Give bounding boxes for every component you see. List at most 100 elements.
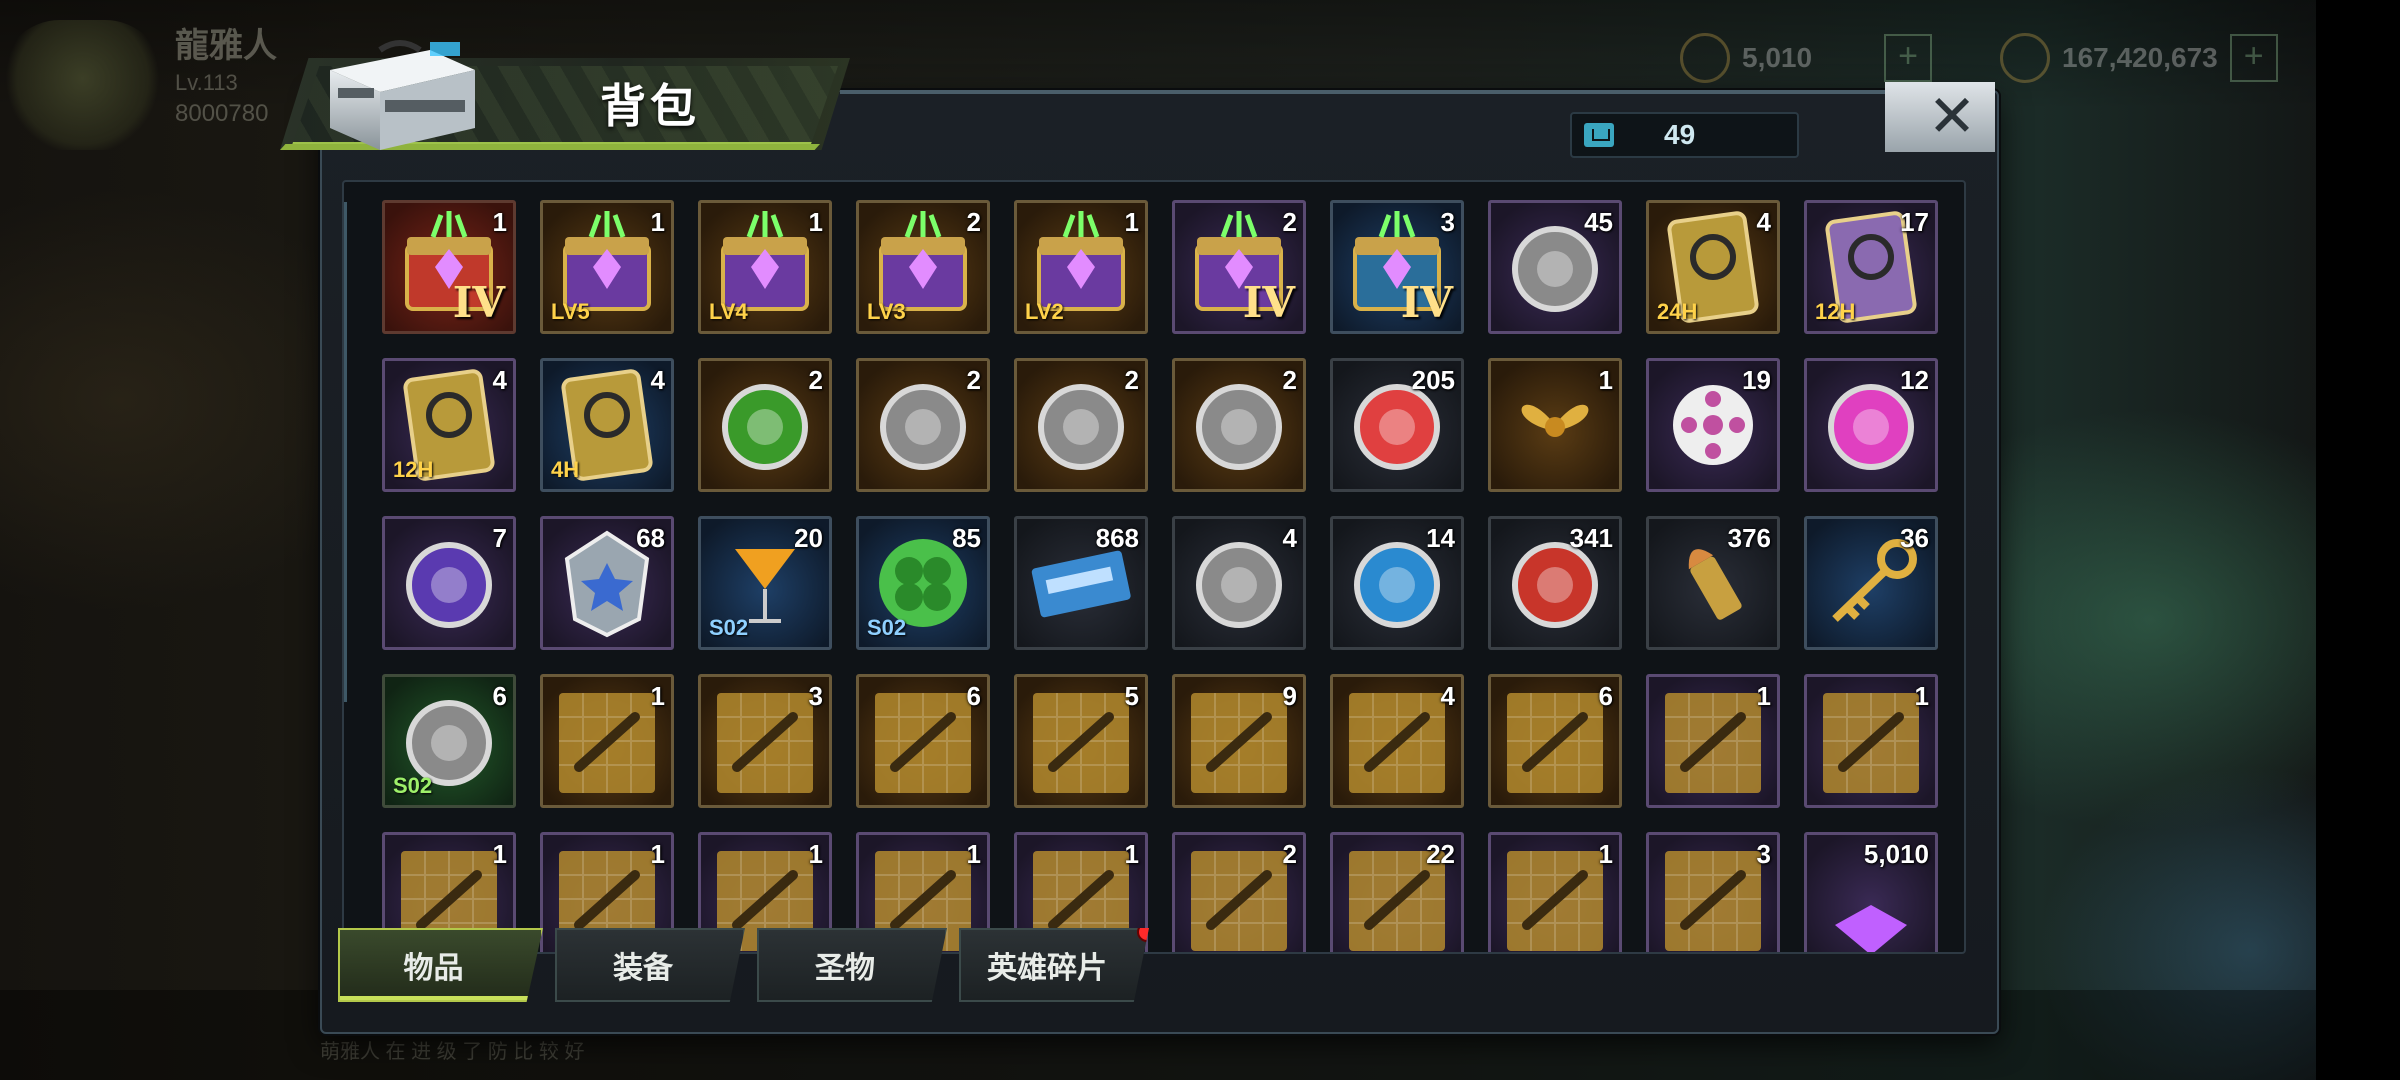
close-icon: ✕: [1927, 84, 1977, 149]
item-count: 1: [650, 207, 665, 237]
currency-gold: 167,420,673 +: [2000, 30, 2278, 86]
inventory-slot[interactable]: 1: [1488, 832, 1622, 952]
tab-3[interactable]: 英雄碎片: [959, 928, 1149, 1002]
inventory-slot[interactable]: 12H 4: [382, 358, 516, 492]
inventory-slot[interactable]: 1: [540, 674, 674, 808]
capacity-counter: 49: [1570, 112, 1799, 158]
inventory-slot[interactable]: LV2 1: [1014, 200, 1148, 334]
item-tag: LV3: [867, 299, 906, 324]
inventory-slot[interactable]: 36: [1804, 516, 1938, 650]
currency-diamond-value: 5,010: [1742, 42, 1813, 73]
item-count: 2: [1282, 839, 1297, 869]
inventory-slot[interactable]: 22: [1330, 832, 1464, 952]
inventory-slot[interactable]: 6: [1488, 674, 1622, 808]
inventory-slot[interactable]: 24H 4: [1646, 200, 1780, 334]
screen-edge: [2316, 0, 2400, 1080]
inventory-slot[interactable]: 3: [1646, 832, 1780, 952]
inventory-slot[interactable]: IV 2: [1172, 200, 1306, 334]
inventory-slot[interactable]: 12: [1804, 358, 1938, 492]
item-count: 12: [1900, 365, 1929, 395]
item-count: 9: [1282, 681, 1297, 711]
item-grid-panel[interactable]: IV 1 LV5 1 LV4 1 LV3 2 LV2 1 IV 2 IV 3 45 24H 4 12H 17 12H 4…: [342, 180, 1966, 954]
item-count: 2: [966, 207, 981, 237]
inventory-slot[interactable]: S02 85: [856, 516, 990, 650]
dialog-title: 背包: [600, 80, 700, 132]
player-points: 8000780: [175, 100, 269, 127]
item-count: 1: [492, 207, 507, 237]
currency-diamond: 5,010 +: [1680, 30, 1933, 86]
item-count: 20: [794, 523, 823, 553]
close-button[interactable]: ✕: [1885, 82, 1995, 152]
tab-0[interactable]: 物品: [338, 928, 543, 1002]
inventory-slot[interactable]: 341: [1488, 516, 1622, 650]
inventory-slot[interactable]: 2: [698, 358, 832, 492]
inventory-slot[interactable]: LV4 1: [698, 200, 832, 334]
item-count: 5: [1124, 681, 1139, 711]
inventory-slot[interactable]: 1: [1804, 674, 1938, 808]
item-count: 45: [1584, 207, 1613, 237]
item-tag: 12H: [393, 457, 434, 482]
inventory-slot[interactable]: 868: [1014, 516, 1148, 650]
item-count: 4: [1756, 207, 1771, 237]
inventory-slot[interactable]: 4: [1172, 516, 1306, 650]
item-count: 6: [1598, 681, 1613, 711]
item-count: 1: [966, 839, 981, 869]
item-tag: 12H: [1815, 299, 1856, 324]
inventory-slot[interactable]: 376: [1646, 516, 1780, 650]
inventory-slot[interactable]: 1: [1488, 358, 1622, 492]
item-count: 3: [1440, 207, 1455, 237]
item-grid: IV 1 LV5 1 LV4 1 LV3 2 LV2 1 IV 2 IV 3 45 24H 4 12H 17 12H 4…: [382, 200, 1942, 952]
frame-top-line: [840, 90, 1890, 94]
inventory-slot[interactable]: 4H 4: [540, 358, 674, 492]
inventory-slot[interactable]: 205: [1330, 358, 1464, 492]
inventory-slot[interactable]: 2: [1014, 358, 1148, 492]
item-count: 19: [1742, 365, 1771, 395]
inventory-slot[interactable]: 2: [856, 358, 990, 492]
category-tabs: 物品 装备 圣物 英雄碎片: [338, 928, 1149, 1006]
inventory-slot[interactable]: 12H 17: [1804, 200, 1938, 334]
inventory-slot[interactable]: 14: [1330, 516, 1464, 650]
inventory-slot[interactable]: 4: [1330, 674, 1464, 808]
inventory-slot[interactable]: IV 1: [382, 200, 516, 334]
tab-label: 装备: [613, 952, 673, 985]
tab-2[interactable]: 圣物: [757, 928, 947, 1002]
inventory-slot[interactable]: 68: [540, 516, 674, 650]
item-count: 868: [1095, 523, 1139, 553]
item-count: 1: [650, 839, 665, 869]
item-count: 1: [1756, 681, 1771, 711]
inventory-slot[interactable]: 1: [1646, 674, 1780, 808]
item-count: 2: [966, 365, 981, 395]
item-count: 1: [1124, 839, 1139, 869]
diamond-icon: [1680, 33, 1730, 83]
inventory-slot[interactable]: LV3 2: [856, 200, 990, 334]
inventory-slot[interactable]: LV5 1: [540, 200, 674, 334]
inventory-slot[interactable]: 5: [1014, 674, 1148, 808]
inventory-slot[interactable]: 6: [856, 674, 990, 808]
item-count: 85: [952, 523, 981, 553]
inventory-slot[interactable]: 7: [382, 516, 516, 650]
capacity-icon: [1584, 123, 1614, 147]
inventory-slot[interactable]: 9: [1172, 674, 1306, 808]
tab-label: 圣物: [815, 952, 875, 985]
player-avatar: [0, 20, 165, 150]
player-level: Lv.113: [175, 70, 238, 95]
item-tag: 4H: [551, 457, 580, 482]
scroll-indicator[interactable]: [344, 202, 347, 702]
item-tag: S02: [709, 615, 749, 640]
inventory-slot[interactable]: S02 20: [698, 516, 832, 650]
inventory-slot[interactable]: 2: [1172, 832, 1306, 952]
item-tag: IV: [1400, 278, 1453, 327]
inventory-slot[interactable]: 19: [1646, 358, 1780, 492]
item-count: 4: [1282, 523, 1297, 553]
inventory-slot[interactable]: 3: [698, 674, 832, 808]
inventory-slot[interactable]: S02 6: [382, 674, 516, 808]
tab-1[interactable]: 装备: [555, 928, 745, 1002]
inventory-slot[interactable]: 2: [1172, 358, 1306, 492]
item-count: 1: [650, 681, 665, 711]
item-tag: 24H: [1657, 299, 1698, 324]
item-count: 1: [808, 207, 823, 237]
inventory-slot[interactable]: 45: [1488, 200, 1622, 334]
item-count: 68: [636, 523, 665, 553]
inventory-slot[interactable]: 5,010: [1804, 832, 1938, 952]
inventory-slot[interactable]: IV 3: [1330, 200, 1464, 334]
